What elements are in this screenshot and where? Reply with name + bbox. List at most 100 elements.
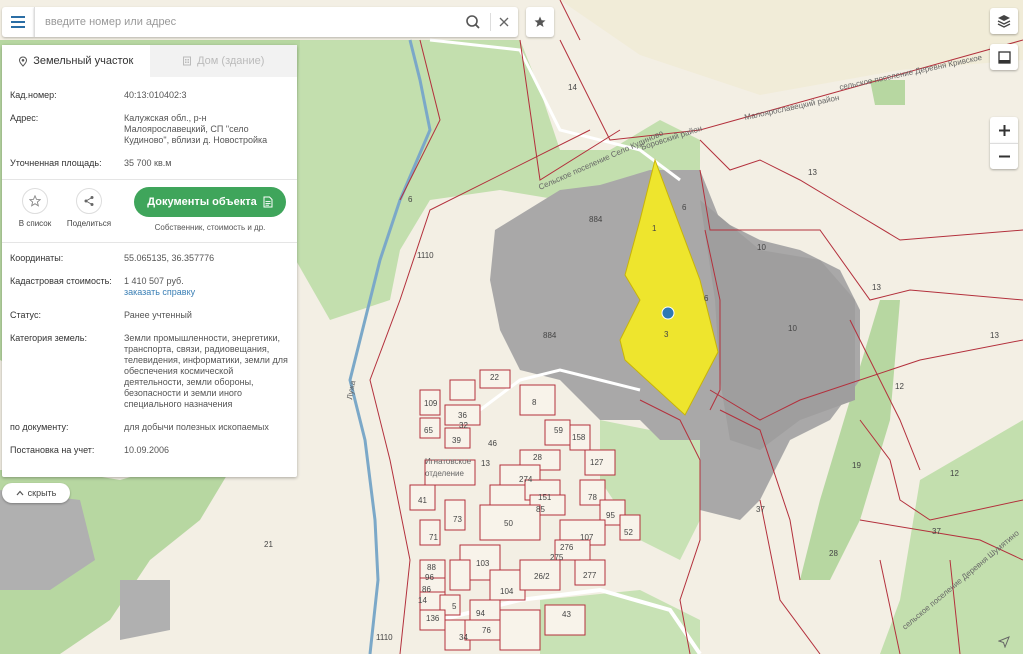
map-label: 884 [589,215,603,224]
map-label: 96 [425,573,434,582]
map-label: 277 [583,571,597,580]
map-label: 5 [452,602,457,611]
menu-icon [11,16,25,28]
tab-building[interactable]: Дом (здание) [149,45,297,77]
area-value: 35 700 кв.м [124,158,172,168]
add-to-list-button[interactable]: В список [10,188,60,228]
map-label: 71 [429,533,438,542]
share-icon [76,188,102,214]
map-label: 46 [488,439,497,448]
documents-subtitle: Собственник, стоимость и др. [154,223,266,232]
cost-block: 1 410 507 руб. заказать справку [124,276,289,298]
layers-button[interactable] [990,8,1018,34]
map-label: 6 [682,203,687,212]
map-label: 8 [532,398,537,407]
map-label: 1 [652,224,657,233]
action-label: Поделиться [66,219,112,228]
zoom-in-button[interactable] [990,117,1018,143]
map-label: 32 [459,421,468,430]
map-label: 6 [408,195,413,204]
menu-button[interactable] [2,7,34,37]
collapse-panel-button[interactable]: скрыть [2,483,70,503]
status-value: Ранее учтенный [124,310,192,320]
map-label: 13 [808,168,817,177]
map-label: 103 [476,559,490,568]
map-label: 94 [476,609,485,618]
settlement-label: Игнатовское [425,457,472,466]
coordinates-row: Координаты: 55.065135, 36.357776 [10,253,289,264]
panel-toggle-button[interactable] [990,44,1018,70]
map-label: 12 [895,382,904,391]
search-icon[interactable] [465,14,481,30]
chevron-up-icon [16,490,24,496]
map-label: 158 [572,433,586,442]
map-label: 28 [533,453,542,462]
map-label: 274 [519,475,533,484]
area-row: Уточненная площадь: 35 700 кв.м [10,158,289,169]
map-label: 22 [490,373,499,382]
minus-icon [998,155,1010,158]
map-label: 37 [756,505,765,514]
map-label: 6 [704,294,709,303]
star-icon [534,16,546,27]
order-certificate-link[interactable]: заказать справку [124,287,289,298]
map-label: 13 [990,331,999,340]
zoom-out-button[interactable] [990,143,1018,169]
map-label: 1110 [417,251,434,260]
land-category-row: Категория земель: Земли промышленности, … [10,333,289,410]
panel-icon [997,50,1011,64]
documents-button[interactable]: Документы объекта [134,187,286,217]
field-label: Координаты: [10,253,64,263]
cadastral-number[interactable]: 40:13:010402:3 [124,90,289,101]
cadastral-number-row: Кад.номер: 40:13:010402:3 [10,90,289,101]
map-label: 36 [458,411,467,420]
collapse-label: скрыть [27,488,57,498]
map-label: 34 [459,633,468,642]
map-label: 65 [424,426,433,435]
cadastral-cost-row: Кадастровая стоимость: 1 410 507 руб. за… [10,276,289,298]
map-label: 37 [932,527,941,536]
map-label: 884 [543,331,557,340]
close-icon[interactable] [496,14,512,30]
divider [2,242,297,243]
map-label: 276 [560,543,574,552]
search-input[interactable] [45,13,455,31]
map-label: 59 [554,426,563,435]
map-label: 1110 [376,633,393,642]
registration-date: 10.09.2006 [124,445,170,455]
divider [490,13,491,31]
address-row: Адрес: Калужская обл., р-н Малоярославец… [10,113,289,146]
map-label: 28 [829,549,838,558]
favorites-button[interactable] [526,7,554,37]
land-category-value: Земли промышленности, энергетики, трансп… [124,333,288,409]
field-label: Статус: [10,310,41,320]
map-label: 21 [264,540,273,549]
coordinates-value: 55.065135, 36.357776 [124,253,215,263]
navigation-arrow-icon [998,636,1010,648]
field-label: Уточненная площадь: [10,158,102,168]
map-label: 127 [590,458,604,467]
document-icon [263,196,273,208]
map-label: 13 [872,283,881,292]
cost-value: 1 410 507 руб. [124,276,184,286]
map-label: 95 [606,511,615,520]
map-label: 78 [588,493,597,502]
map-label: 50 [504,519,513,528]
map-label: 88 [427,563,436,572]
map-label: 109 [424,399,438,408]
search-bar [34,7,518,37]
share-button[interactable]: Поделиться [64,188,114,228]
registration-row: Постановка на учет: 10.09.2006 [10,445,289,456]
field-label: Постановка на учет: [10,445,95,455]
map-label: 14 [568,83,577,92]
map-label: 12 [950,469,959,478]
map-label: 10 [788,324,797,333]
star-icon [22,188,48,214]
tab-label: Земельный участок [33,55,134,67]
locate-button[interactable] [994,632,1014,652]
map-label: 13 [481,459,490,468]
tab-land-plot[interactable]: Земельный участок [2,45,150,77]
status-row: Статус: Ранее учтенный [10,310,289,321]
field-label: Категория земель: [10,333,87,343]
location-pin-icon [19,55,28,67]
